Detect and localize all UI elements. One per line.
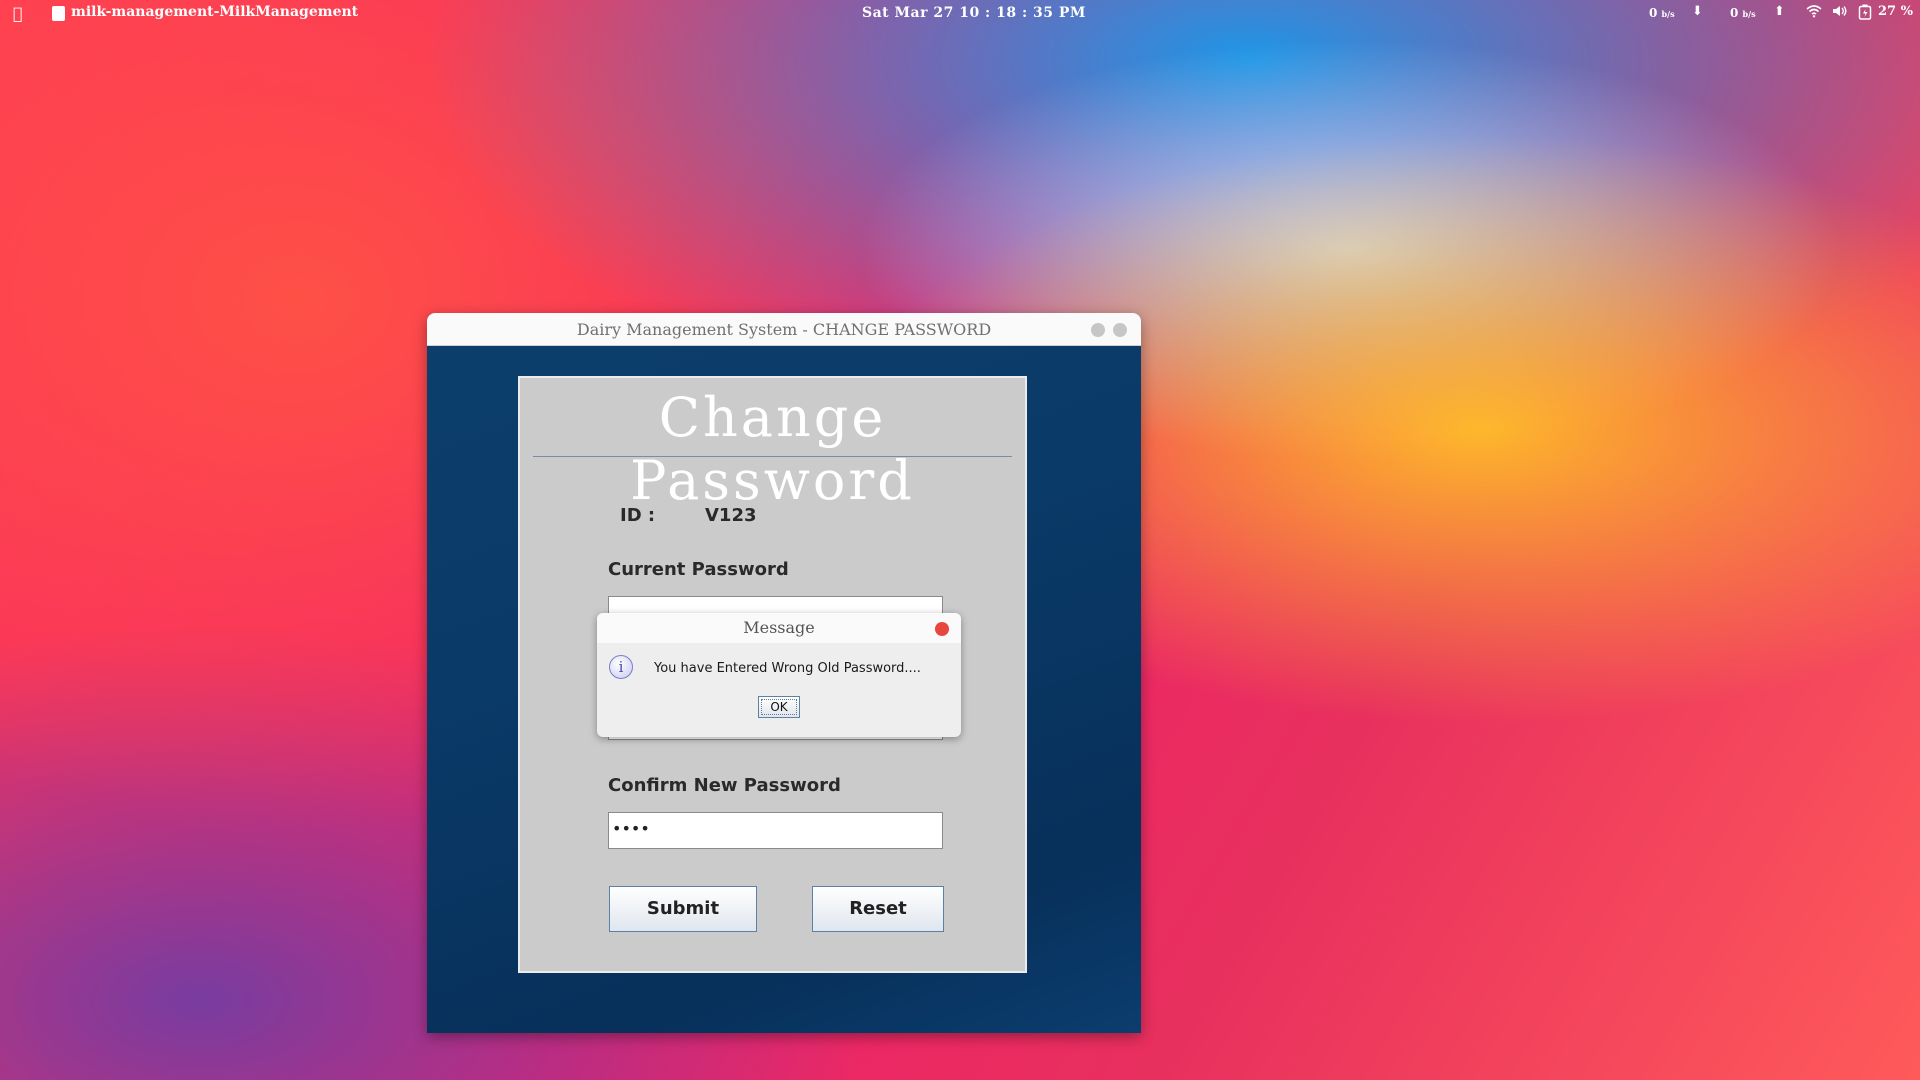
battery-percent: 27 %: [1878, 4, 1913, 19]
active-app-title[interactable]: milk-management-MilkManagement: [71, 4, 358, 20]
window-titlebar[interactable]: Dairy Management System - CHANGE PASSWOR…: [427, 313, 1141, 346]
window-title: Dairy Management System - CHANGE PASSWOR…: [576, 320, 992, 339]
confirm-new-password-field[interactable]: ••••: [608, 812, 943, 849]
battery-icon[interactable]: [1858, 4, 1872, 24]
dialog-message: You have Entered Wrong Old Password....: [654, 661, 921, 676]
net-up-unit: b/s: [1742, 9, 1756, 19]
dialog-close-button[interactable]: [935, 622, 949, 636]
dialog-title: Message: [743, 618, 815, 637]
java-app-icon: [52, 6, 65, 21]
net-down-speed: 0 b/s: [1649, 6, 1675, 20]
wifi-icon[interactable]: [1806, 4, 1822, 22]
id-value: V123: [705, 505, 757, 526]
page-title: Change Password: [630, 386, 915, 512]
confirm-new-password-label: Confirm New Password: [608, 775, 841, 796]
download-arrow-icon: ⬇: [1692, 4, 1703, 19]
ok-button[interactable]: OK: [758, 696, 800, 718]
net-up-value: 0: [1730, 6, 1739, 20]
volume-icon[interactable]: [1832, 4, 1848, 22]
submit-button[interactable]: Submit: [609, 886, 757, 932]
net-down-value: 0: [1649, 6, 1658, 20]
message-dialog: Message i You have Entered Wrong Old Pas…: [597, 613, 961, 737]
clock[interactable]: Sat Mar 27 10 : 18 : 35 PM: [862, 5, 1086, 21]
heading-divider: [533, 456, 1012, 457]
maximize-button[interactable]: [1113, 323, 1127, 337]
top-menu-bar:  milk-management-MilkManagement Sat Mar…: [0, 0, 1920, 28]
dialog-titlebar[interactable]: Message: [597, 613, 961, 643]
info-icon: i: [609, 655, 633, 679]
id-label: ID :: [620, 505, 656, 526]
apple-icon[interactable]: : [13, 4, 23, 23]
upload-arrow-icon: ⬆: [1774, 4, 1785, 19]
net-up-speed: 0 b/s: [1730, 6, 1756, 20]
reset-button[interactable]: Reset: [812, 886, 944, 932]
net-down-unit: b/s: [1661, 9, 1675, 19]
current-password-label: Current Password: [608, 559, 789, 580]
minimize-button[interactable]: [1091, 323, 1105, 337]
